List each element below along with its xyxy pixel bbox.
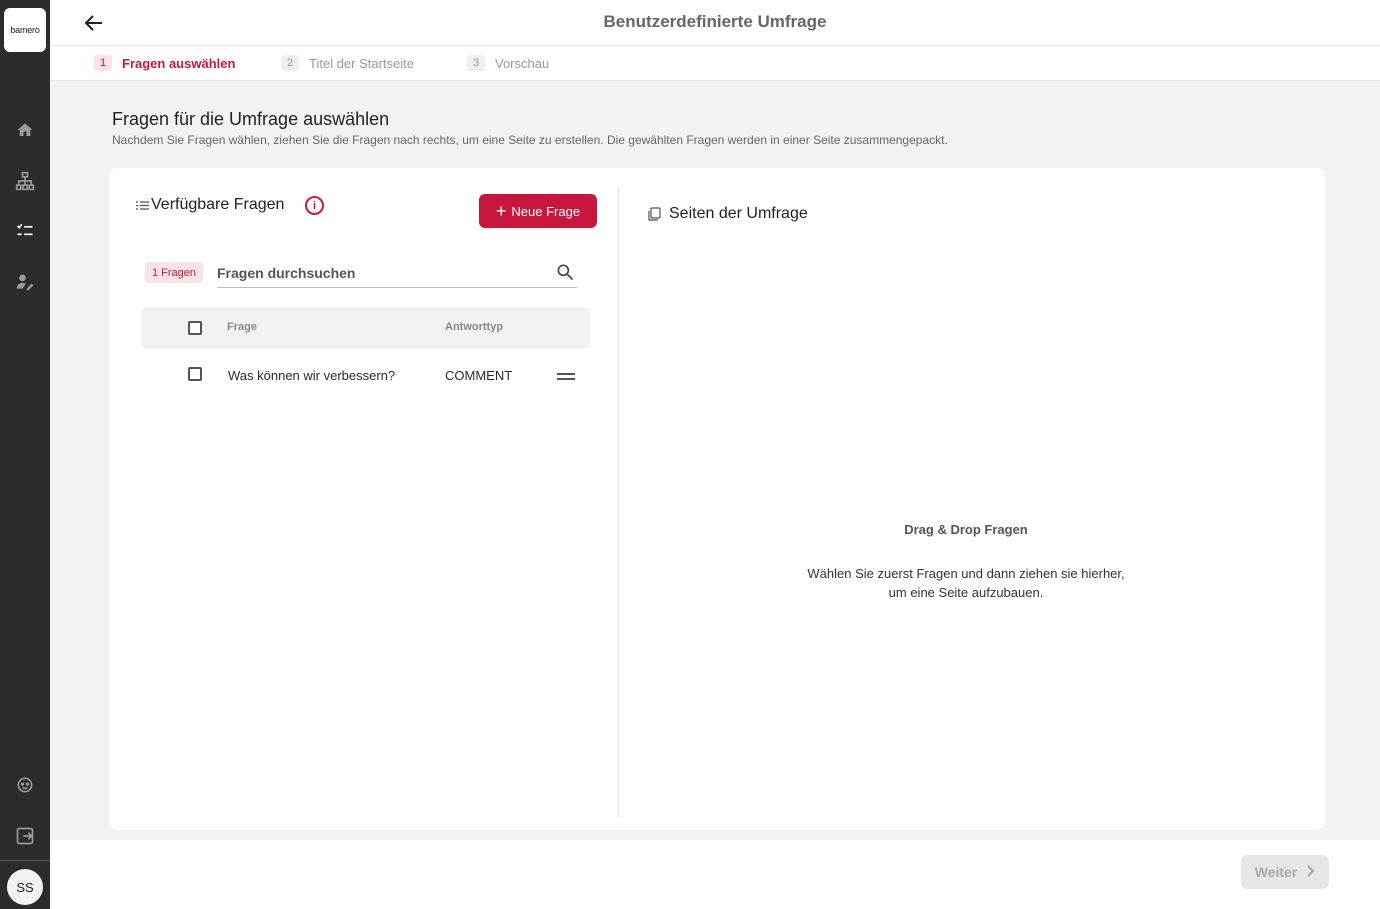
stepper: 1 Fragen auswählen 2 Titel der Startseit… xyxy=(50,46,1380,81)
info-icon[interactable]: i xyxy=(305,196,324,215)
chevron-down-icon[interactable] xyxy=(151,367,167,383)
step-2[interactable]: 2 Titel der Startseite xyxy=(281,55,414,71)
drag-handle-icon[interactable] xyxy=(557,369,575,380)
search-icon[interactable] xyxy=(555,262,575,282)
column-answer-type: Antworttyp xyxy=(445,321,504,333)
table-header: Frage Antworttyp xyxy=(141,307,590,349)
logout-icon[interactable] xyxy=(13,824,37,848)
step-number: 2 xyxy=(281,55,299,71)
checklist-icon[interactable] xyxy=(13,219,37,243)
drag-drop-hint-line: Wählen Sie zuerst Fragen und dann ziehen… xyxy=(807,566,1125,581)
page-header-title: Benutzerdefinierte Umfrage xyxy=(603,12,827,31)
step-label: Vorschau xyxy=(495,55,550,71)
sidebar-divider xyxy=(0,860,50,861)
available-questions-heading: Verfügbare Fragen xyxy=(136,196,284,214)
drag-drop-title: Drag & Drop Fragen xyxy=(904,522,1028,537)
next-label: Weiter xyxy=(1254,864,1298,880)
list-icon xyxy=(136,200,149,210)
available-questions-title: Verfügbare Fragen xyxy=(151,196,285,213)
column-question: Frage xyxy=(227,321,257,333)
sitemap-icon[interactable] xyxy=(13,169,37,193)
plus-icon: + xyxy=(495,201,507,221)
step-number: 1 xyxy=(94,55,112,71)
step-number: 3 xyxy=(467,55,485,71)
page-title: Fragen für die Umfrage auswählen xyxy=(112,109,390,129)
panel-divider xyxy=(618,188,619,818)
step-label: Titel der Startseite xyxy=(309,55,415,71)
select-all-checkbox[interactable] xyxy=(188,321,202,335)
footer: Weiter xyxy=(50,840,1380,909)
row-question: Was können wir verbessern? xyxy=(228,368,396,383)
new-question-button[interactable]: + Neue Frage xyxy=(479,194,597,228)
user-edit-icon[interactable] xyxy=(13,270,37,294)
table-row[interactable]: Was können wir verbessern? COMMENT xyxy=(141,355,590,395)
drag-drop-hint: Wählen Sie zuerst Fragen und dann ziehen… xyxy=(766,564,1166,602)
survey-pages-heading: Seiten der Umfrage xyxy=(647,205,808,223)
step-1[interactable]: 1 Fragen auswählen xyxy=(94,55,235,71)
header: Benutzerdefinierte Umfrage xyxy=(50,0,1380,46)
home-icon[interactable] xyxy=(13,118,37,142)
page-subtitle: Nachdem Sie Fragen wählen, ziehen Sie di… xyxy=(112,133,948,147)
main-card: Verfügbare Fragen i + Neue Frage 1 Frage… xyxy=(109,168,1325,830)
question-count-badge: 1 Fragen xyxy=(145,262,204,283)
avatar[interactable]: SS xyxy=(7,869,43,905)
search-input[interactable] xyxy=(217,258,577,288)
step-label: Fragen auswählen xyxy=(122,55,236,71)
pages-icon xyxy=(648,207,661,221)
clipboard-illustration xyxy=(859,323,1079,493)
support-icon[interactable] xyxy=(13,773,37,797)
next-button[interactable]: Weiter xyxy=(1241,855,1329,889)
chevron-right-icon xyxy=(1305,864,1315,880)
step-3[interactable]: 3 Vorschau xyxy=(467,55,549,71)
drag-drop-hint-line: um eine Seite aufzubauen. xyxy=(888,585,1044,600)
survey-pages-title: Seiten der Umfrage xyxy=(669,205,808,222)
sidebar: bamero SS xyxy=(0,0,50,909)
row-checkbox[interactable] xyxy=(188,367,202,381)
new-question-label: Neue Frage xyxy=(511,203,581,219)
logo-text: bamero xyxy=(10,25,40,35)
row-answer-type: COMMENT xyxy=(445,368,513,383)
logo[interactable]: bamero xyxy=(4,8,46,52)
